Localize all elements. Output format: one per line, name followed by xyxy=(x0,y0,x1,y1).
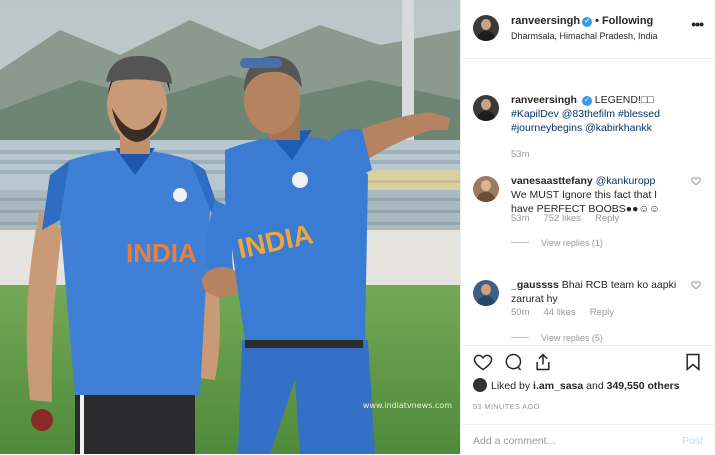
caption-text: ranveersingh ✓ LEGEND!□□ #KapilDev @83th… xyxy=(511,93,681,135)
caption-meta: 53m xyxy=(511,149,543,160)
comment-username[interactable]: _gaussss xyxy=(511,279,559,291)
heart-icon[interactable] xyxy=(473,352,493,372)
photo-illustration: INDIA INDIA xyxy=(0,0,460,454)
comment-line: zarurat hy xyxy=(511,293,558,305)
comment-icon[interactable] xyxy=(503,352,523,372)
likes-summary: Liked by i.am_sasa and 349,550 others xyxy=(473,378,680,392)
comment-line: Bhai RCB team ko aapki xyxy=(561,279,677,291)
caption-tags-line2[interactable]: #journeybegins @kabirkhankk xyxy=(511,122,652,134)
post-header: ranveersingh ✓ • Following Dharmsala, Himac… xyxy=(461,0,715,59)
header-username[interactable]: ranveersingh xyxy=(511,15,580,27)
caption-lead: LEGEND!□□ xyxy=(594,94,654,106)
heart-icon[interactable] xyxy=(691,280,701,290)
comment-line: We MUST Ignore this fact that I xyxy=(511,189,658,201)
avatar[interactable] xyxy=(473,176,499,202)
caption-time: 53m xyxy=(511,149,530,160)
avatar[interactable] xyxy=(473,15,499,41)
location-link[interactable]: Dharmsala, Himachal Pradesh, India xyxy=(511,31,658,41)
comment-likes[interactable]: 44 likes xyxy=(543,307,575,318)
jersey-text-left: INDIA xyxy=(126,238,197,268)
post-timestamp: 53 MINUTES AGO xyxy=(473,402,540,411)
share-icon[interactable] xyxy=(533,352,553,372)
comment-text: _gaussss Bhai RCB team ko aapki zarurat … xyxy=(511,278,681,306)
likes-count[interactable]: 349,550 others xyxy=(607,380,680,392)
liked-by-label: Liked by xyxy=(491,380,531,392)
comment-likes[interactable]: 752 likes xyxy=(543,213,581,224)
comment-meta: 50m 44 likes Reply xyxy=(511,307,628,318)
likes-and: and xyxy=(586,380,604,392)
comment-text: vanesaasttefany @kankuropp We MUST Ignor… xyxy=(511,174,681,216)
post-button[interactable]: Post xyxy=(682,435,703,447)
post-photo[interactable]: INDIA INDIA www.indiatvnews.com xyxy=(0,0,460,454)
heart-icon[interactable] xyxy=(691,176,701,186)
caption-username[interactable]: ranveersingh xyxy=(511,94,577,106)
comment-time: 50m xyxy=(511,307,530,318)
verified-icon: ✓ xyxy=(581,96,592,106)
bookmark-icon[interactable] xyxy=(683,352,703,372)
comment-time: 53m xyxy=(511,213,530,224)
reply-button[interactable]: Reply xyxy=(590,307,614,318)
post-panel: ranveersingh ✓ • Following Dharmsala, Himac… xyxy=(460,0,715,454)
avatar[interactable] xyxy=(473,280,499,306)
action-bar xyxy=(461,345,715,379)
watermark: www.indiatvnews.com xyxy=(362,401,452,410)
avatar[interactable] xyxy=(473,95,499,121)
more-options-icon[interactable]: ••• xyxy=(691,16,704,32)
reply-button[interactable]: Reply xyxy=(595,213,619,224)
add-comment-bar: Add a comment... Post xyxy=(461,424,715,455)
avatar[interactable] xyxy=(473,378,487,392)
following-button[interactable]: Following xyxy=(602,15,653,27)
liker-username[interactable]: i.am_sasa xyxy=(533,380,583,392)
header-username-row: ranveersingh ✓ • Following xyxy=(511,15,654,27)
comment-username[interactable]: vanesaasttefany xyxy=(511,175,593,187)
comment-meta: 53m 752 likes Reply xyxy=(511,213,633,224)
verified-icon: ✓ xyxy=(582,17,593,27)
comments-list[interactable]: ranveersingh ✓ LEGEND!□□ #KapilDev @83th… xyxy=(461,59,715,345)
comment-input[interactable]: Add a comment... xyxy=(473,435,555,447)
caption-tags-line1[interactable]: #KapilDev @83thefilm #blessed xyxy=(511,108,660,120)
instagram-post: INDIA INDIA www.indiatvnews.com ranveers… xyxy=(0,0,715,454)
view-replies-button[interactable]: View replies (5) xyxy=(511,333,603,343)
view-replies-button[interactable]: View replies (1) xyxy=(511,238,603,248)
comment-mention[interactable]: @kankuropp xyxy=(596,175,656,187)
